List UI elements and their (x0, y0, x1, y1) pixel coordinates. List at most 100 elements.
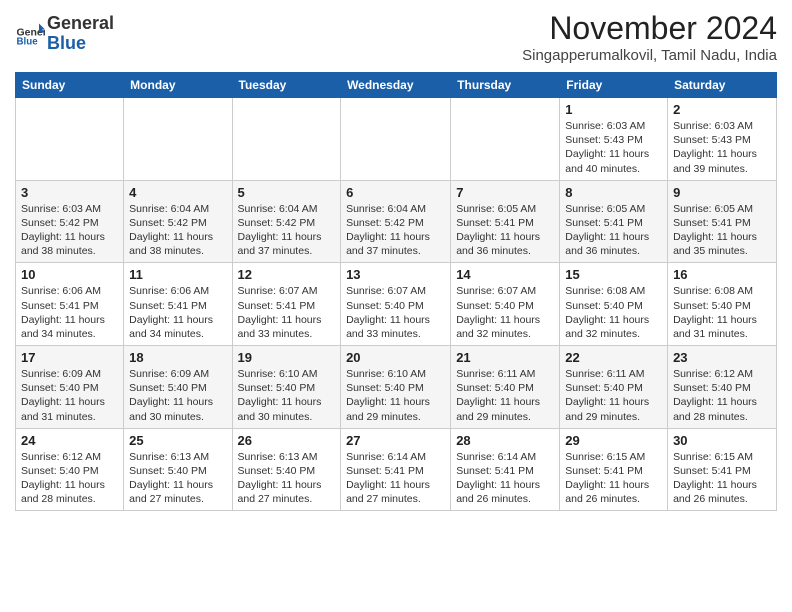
calendar-cell: 3Sunrise: 6:03 AM Sunset: 5:42 PM Daylig… (16, 180, 124, 263)
calendar-cell: 11 Sunrise: 6:06 AM Sunset: 5:41 PM Dayli… (124, 263, 232, 346)
header: General Blue General Blue November 2024 … (15, 10, 777, 64)
calendar-week-row: 24 Sunrise: 6:12 AM Sunset: 5:40 PM Dayli… (16, 428, 777, 511)
calendar-cell: 2 Sunrise: 6:03 AM Sunset: 5:43 PM Daylig… (668, 98, 777, 181)
calendar-cell: 29Sunrise: 6:15 AM Sunset: 5:41 PM Dayli… (560, 428, 668, 511)
calendar-cell (451, 98, 560, 181)
day-number: 22 (565, 350, 662, 365)
calendar-cell: 10 Sunrise: 6:06 AM Sunset: 5:41 PM Dayli… (16, 263, 124, 346)
day-info: Sunrise: 6:13 AM Sunset: 5:40 PM Dayligh… (129, 450, 226, 507)
day-number: 1 (565, 102, 662, 117)
calendar-cell: 16 Sunrise: 6:08 AM Sunset: 5:40 PM Dayli… (668, 263, 777, 346)
day-info: Sunrise: 6:13 AM Sunset: 5:40 PM Dayligh… (238, 450, 336, 507)
day-number: 17 (21, 350, 118, 365)
day-info: Sunrise: 6:14 AM Sunset: 5:41 PM Dayligh… (456, 450, 554, 507)
day-info: Sunrise: 6:14 AM Sunset: 5:41 PM Dayligh… (346, 450, 445, 507)
calendar-cell: 27 Sunrise: 6:14 AM Sunset: 5:41 PM Dayli… (341, 428, 451, 511)
calendar-cell (341, 98, 451, 181)
calendar-cell: 20Sunrise: 6:10 AM Sunset: 5:40 PM Dayli… (341, 346, 451, 429)
calendar-cell: 9 Sunrise: 6:05 AM Sunset: 5:41 PM Daylig… (668, 180, 777, 263)
day-info: Sunrise: 6:08 AM Sunset: 5:40 PM Dayligh… (565, 284, 662, 341)
day-info: Sunrise: 6:11 AM Sunset: 5:40 PM Dayligh… (565, 367, 662, 424)
title-area: November 2024 Singapperumalkovil, Tamil … (522, 10, 777, 64)
calendar-cell: 22 Sunrise: 6:11 AM Sunset: 5:40 PM Dayli… (560, 346, 668, 429)
day-info: Sunrise: 6:15 AM Sunset: 5:41 PM Dayligh… (673, 450, 771, 507)
day-info: Sunrise: 6:04 AM Sunset: 5:42 PM Dayligh… (129, 202, 226, 259)
calendar-cell: 25 Sunrise: 6:13 AM Sunset: 5:40 PM Dayli… (124, 428, 232, 511)
day-number: 24 (21, 433, 118, 448)
day-number: 2 (673, 102, 771, 117)
calendar-cell: 15 Sunrise: 6:08 AM Sunset: 5:40 PM Dayli… (560, 263, 668, 346)
day-number: 10 (21, 267, 118, 282)
day-number: 14 (456, 267, 554, 282)
day-info: Sunrise: 6:03 AM Sunset: 5:43 PM Dayligh… (565, 119, 662, 176)
day-number: 15 (565, 267, 662, 282)
calendar-cell: 19 Sunrise: 6:10 AM Sunset: 5:40 PM Dayli… (232, 346, 341, 429)
dow-header: Wednesday (341, 73, 451, 98)
dow-header: Tuesday (232, 73, 341, 98)
dow-header: Saturday (668, 73, 777, 98)
day-number: 26 (238, 433, 336, 448)
day-info: Sunrise: 6:09 AM Sunset: 5:40 PM Dayligh… (21, 367, 118, 424)
day-info: Sunrise: 6:05 AM Sunset: 5:41 PM Dayligh… (565, 202, 662, 259)
day-info: Sunrise: 6:05 AM Sunset: 5:41 PM Dayligh… (456, 202, 554, 259)
day-number: 29 (565, 433, 662, 448)
day-info: Sunrise: 6:08 AM Sunset: 5:40 PM Dayligh… (673, 284, 771, 341)
day-info: Sunrise: 6:03 AM Sunset: 5:43 PM Dayligh… (673, 119, 771, 176)
calendar-week-row: 10 Sunrise: 6:06 AM Sunset: 5:41 PM Dayli… (16, 263, 777, 346)
calendar-cell: 5Sunrise: 6:04 AM Sunset: 5:42 PM Daylig… (232, 180, 341, 263)
day-number: 7 (456, 185, 554, 200)
logo-name: General Blue (47, 14, 114, 54)
day-info: Sunrise: 6:07 AM Sunset: 5:40 PM Dayligh… (456, 284, 554, 341)
day-info: Sunrise: 6:10 AM Sunset: 5:40 PM Dayligh… (238, 367, 336, 424)
dow-header: Sunday (16, 73, 124, 98)
day-number: 9 (673, 185, 771, 200)
day-number: 25 (129, 433, 226, 448)
calendar-cell: 21Sunrise: 6:11 AM Sunset: 5:40 PM Dayli… (451, 346, 560, 429)
calendar-cell: 26 Sunrise: 6:13 AM Sunset: 5:40 PM Dayli… (232, 428, 341, 511)
calendar-week-row: 3Sunrise: 6:03 AM Sunset: 5:42 PM Daylig… (16, 180, 777, 263)
calendar-cell: 12Sunrise: 6:07 AM Sunset: 5:41 PM Dayli… (232, 263, 341, 346)
location-title: Singapperumalkovil, Tamil Nadu, India (522, 47, 777, 64)
calendar-cell: 14 Sunrise: 6:07 AM Sunset: 5:40 PM Dayli… (451, 263, 560, 346)
day-info: Sunrise: 6:07 AM Sunset: 5:41 PM Dayligh… (238, 284, 336, 341)
calendar-cell: 1 Sunrise: 6:03 AM Sunset: 5:43 PM Daylig… (560, 98, 668, 181)
calendar-cell: 18 Sunrise: 6:09 AM Sunset: 5:40 PM Dayli… (124, 346, 232, 429)
day-info: Sunrise: 6:05 AM Sunset: 5:41 PM Dayligh… (673, 202, 771, 259)
day-info: Sunrise: 6:09 AM Sunset: 5:40 PM Dayligh… (129, 367, 226, 424)
calendar-week-row: 17 Sunrise: 6:09 AM Sunset: 5:40 PM Dayli… (16, 346, 777, 429)
day-number: 16 (673, 267, 771, 282)
calendar-cell: 23 Sunrise: 6:12 AM Sunset: 5:40 PM Dayli… (668, 346, 777, 429)
dow-header: Monday (124, 73, 232, 98)
day-number: 21 (456, 350, 554, 365)
calendar-cell: 13 Sunrise: 6:07 AM Sunset: 5:40 PM Dayli… (341, 263, 451, 346)
day-info: Sunrise: 6:06 AM Sunset: 5:41 PM Dayligh… (129, 284, 226, 341)
day-info: Sunrise: 6:12 AM Sunset: 5:40 PM Dayligh… (21, 450, 118, 507)
svg-text:Blue: Blue (17, 36, 39, 47)
day-number: 23 (673, 350, 771, 365)
dow-header: Thursday (451, 73, 560, 98)
day-number: 30 (673, 433, 771, 448)
day-number: 4 (129, 185, 226, 200)
day-number: 3 (21, 185, 118, 200)
calendar-cell: 8 Sunrise: 6:05 AM Sunset: 5:41 PM Daylig… (560, 180, 668, 263)
day-number: 6 (346, 185, 445, 200)
day-info: Sunrise: 6:12 AM Sunset: 5:40 PM Dayligh… (673, 367, 771, 424)
day-info: Sunrise: 6:04 AM Sunset: 5:42 PM Dayligh… (346, 202, 445, 259)
calendar-cell: 24 Sunrise: 6:12 AM Sunset: 5:40 PM Dayli… (16, 428, 124, 511)
calendar-cell: 6 Sunrise: 6:04 AM Sunset: 5:42 PM Daylig… (341, 180, 451, 263)
logo: General Blue General Blue (15, 14, 114, 54)
calendar-cell: 28 Sunrise: 6:14 AM Sunset: 5:41 PM Dayli… (451, 428, 560, 511)
day-number: 13 (346, 267, 445, 282)
day-number: 18 (129, 350, 226, 365)
day-number: 11 (129, 267, 226, 282)
day-info: Sunrise: 6:06 AM Sunset: 5:41 PM Dayligh… (21, 284, 118, 341)
calendar-cell (124, 98, 232, 181)
day-info: Sunrise: 6:04 AM Sunset: 5:42 PM Dayligh… (238, 202, 336, 259)
calendar-cell: 4 Sunrise: 6:04 AM Sunset: 5:42 PM Daylig… (124, 180, 232, 263)
day-number: 19 (238, 350, 336, 365)
day-info: Sunrise: 6:10 AM Sunset: 5:40 PM Dayligh… (346, 367, 445, 424)
day-number: 8 (565, 185, 662, 200)
day-info: Sunrise: 6:07 AM Sunset: 5:40 PM Dayligh… (346, 284, 445, 341)
day-number: 27 (346, 433, 445, 448)
day-number: 28 (456, 433, 554, 448)
